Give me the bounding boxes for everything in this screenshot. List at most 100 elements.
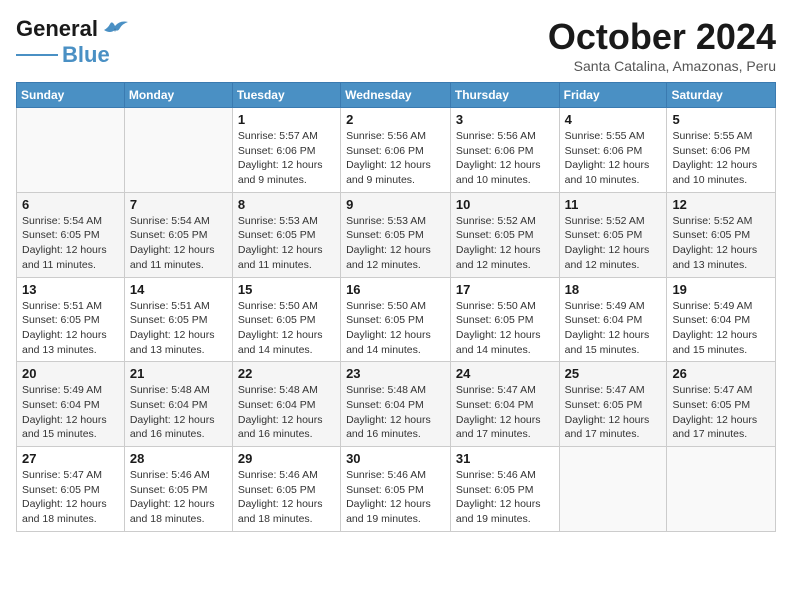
location-subtitle: Santa Catalina, Amazonas, Peru [548, 58, 776, 74]
calendar-day-2: 2 Sunrise: 5:56 AMSunset: 6:06 PMDaylight… [341, 108, 451, 193]
day-number: 18 [565, 282, 662, 297]
calendar-day-30: 30 Sunrise: 5:46 AMSunset: 6:05 PMDayligh… [341, 447, 451, 532]
logo-blue-text: Blue [62, 42, 110, 68]
weekday-header-wednesday: Wednesday [341, 83, 451, 108]
calendar-table: SundayMondayTuesdayWednesdayThursdayFrid… [16, 82, 776, 532]
day-number: 25 [565, 366, 662, 381]
day-number: 2 [346, 112, 445, 127]
day-info: Sunrise: 5:57 AMSunset: 6:06 PMDaylight:… [238, 129, 335, 188]
weekday-header-friday: Friday [559, 83, 667, 108]
calendar-day-5: 5 Sunrise: 5:55 AMSunset: 6:06 PMDaylight… [667, 108, 776, 193]
day-info: Sunrise: 5:47 AMSunset: 6:04 PMDaylight:… [456, 383, 554, 442]
day-info: Sunrise: 5:53 AMSunset: 6:05 PMDaylight:… [238, 214, 335, 273]
day-info: Sunrise: 5:46 AMSunset: 6:05 PMDaylight:… [346, 468, 445, 527]
calendar-day-1: 1 Sunrise: 5:57 AMSunset: 6:06 PMDaylight… [232, 108, 340, 193]
calendar-week-row: 6 Sunrise: 5:54 AMSunset: 6:05 PMDaylight… [17, 192, 776, 277]
calendar-day-17: 17Sunrise: 5:50 AMSunset: 6:05 PMDayligh… [450, 277, 559, 362]
day-number: 13 [22, 282, 119, 297]
calendar-empty-cell [124, 108, 232, 193]
day-number: 14 [130, 282, 227, 297]
calendar-empty-cell [17, 108, 125, 193]
day-info: Sunrise: 5:53 AMSunset: 6:05 PMDaylight:… [346, 214, 445, 273]
calendar-day-20: 20Sunrise: 5:49 AMSunset: 6:04 PMDayligh… [17, 362, 125, 447]
day-info: Sunrise: 5:50 AMSunset: 6:05 PMDaylight:… [238, 299, 335, 358]
day-info: Sunrise: 5:55 AMSunset: 6:06 PMDaylight:… [565, 129, 662, 188]
day-number: 31 [456, 451, 554, 466]
weekday-header-tuesday: Tuesday [232, 83, 340, 108]
calendar-day-28: 28Sunrise: 5:46 AMSunset: 6:05 PMDayligh… [124, 447, 232, 532]
month-title: October 2024 [548, 16, 776, 58]
calendar-empty-cell [559, 447, 667, 532]
calendar-day-6: 6Sunrise: 5:54 AMSunset: 6:05 PMDaylight… [17, 192, 125, 277]
day-info: Sunrise: 5:50 AMSunset: 6:05 PMDaylight:… [456, 299, 554, 358]
calendar-week-row: 20Sunrise: 5:49 AMSunset: 6:04 PMDayligh… [17, 362, 776, 447]
day-info: Sunrise: 5:49 AMSunset: 6:04 PMDaylight:… [672, 299, 770, 358]
day-info: Sunrise: 5:47 AMSunset: 6:05 PMDaylight:… [22, 468, 119, 527]
calendar-day-16: 16Sunrise: 5:50 AMSunset: 6:05 PMDayligh… [341, 277, 451, 362]
calendar-empty-cell [667, 447, 776, 532]
day-number: 12 [672, 197, 770, 212]
page-header: General Blue October 2024 Santa Catalina… [16, 16, 776, 74]
day-number: 7 [130, 197, 227, 212]
day-number: 24 [456, 366, 554, 381]
day-info: Sunrise: 5:54 AMSunset: 6:05 PMDaylight:… [130, 214, 227, 273]
day-number: 28 [130, 451, 227, 466]
calendar-day-4: 4 Sunrise: 5:55 AMSunset: 6:06 PMDaylight… [559, 108, 667, 193]
day-number: 16 [346, 282, 445, 297]
day-info: Sunrise: 5:52 AMSunset: 6:05 PMDaylight:… [672, 214, 770, 273]
day-number: 19 [672, 282, 770, 297]
calendar-day-23: 23 Sunrise: 5:48 AMSunset: 6:04 PMDayligh… [341, 362, 451, 447]
calendar-day-7: 7 Sunrise: 5:54 AMSunset: 6:05 PMDaylight… [124, 192, 232, 277]
day-number: 1 [238, 112, 335, 127]
day-number: 5 [672, 112, 770, 127]
calendar-day-8: 8Sunrise: 5:53 AMSunset: 6:05 PMDaylight… [232, 192, 340, 277]
day-number: 4 [565, 112, 662, 127]
day-info: Sunrise: 5:56 AMSunset: 6:06 PMDaylight:… [346, 129, 445, 188]
calendar-day-19: 19 Sunrise: 5:49 AMSunset: 6:04 PMDayligh… [667, 277, 776, 362]
logo-bird-icon [100, 18, 130, 40]
calendar-day-14: 14Sunrise: 5:51 AMSunset: 6:05 PMDayligh… [124, 277, 232, 362]
logo: General Blue [16, 16, 130, 68]
calendar-day-22: 22Sunrise: 5:48 AMSunset: 6:04 PMDayligh… [232, 362, 340, 447]
calendar-week-row: 13 Sunrise: 5:51 AMSunset: 6:05 PMDayligh… [17, 277, 776, 362]
calendar-day-12: 12 Sunrise: 5:52 AMSunset: 6:05 PMDayligh… [667, 192, 776, 277]
day-number: 3 [456, 112, 554, 127]
day-number: 11 [565, 197, 662, 212]
calendar-day-11: 11 Sunrise: 5:52 AMSunset: 6:05 PMDayligh… [559, 192, 667, 277]
calendar-day-29: 29Sunrise: 5:46 AMSunset: 6:05 PMDayligh… [232, 447, 340, 532]
day-number: 23 [346, 366, 445, 381]
day-info: Sunrise: 5:48 AMSunset: 6:04 PMDaylight:… [130, 383, 227, 442]
weekday-header-saturday: Saturday [667, 83, 776, 108]
weekday-header-sunday: Sunday [17, 83, 125, 108]
weekday-header-row: SundayMondayTuesdayWednesdayThursdayFrid… [17, 83, 776, 108]
day-number: 10 [456, 197, 554, 212]
day-info: Sunrise: 5:56 AMSunset: 6:06 PMDaylight:… [456, 129, 554, 188]
day-info: Sunrise: 5:52 AMSunset: 6:05 PMDaylight:… [565, 214, 662, 273]
day-number: 6 [22, 197, 119, 212]
day-number: 29 [238, 451, 335, 466]
day-number: 26 [672, 366, 770, 381]
day-info: Sunrise: 5:48 AMSunset: 6:04 PMDaylight:… [346, 383, 445, 442]
day-info: Sunrise: 5:51 AMSunset: 6:05 PMDaylight:… [22, 299, 119, 358]
calendar-day-26: 26 Sunrise: 5:47 AMSunset: 6:05 PMDayligh… [667, 362, 776, 447]
day-info: Sunrise: 5:47 AMSunset: 6:05 PMDaylight:… [672, 383, 770, 442]
day-number: 22 [238, 366, 335, 381]
day-number: 30 [346, 451, 445, 466]
day-number: 9 [346, 197, 445, 212]
day-number: 15 [238, 282, 335, 297]
calendar-day-9: 9 Sunrise: 5:53 AMSunset: 6:05 PMDaylight… [341, 192, 451, 277]
weekday-header-thursday: Thursday [450, 83, 559, 108]
calendar-day-10: 10 Sunrise: 5:52 AMSunset: 6:05 PMDayligh… [450, 192, 559, 277]
calendar-day-21: 21 Sunrise: 5:48 AMSunset: 6:04 PMDayligh… [124, 362, 232, 447]
title-area: October 2024 Santa Catalina, Amazonas, P… [548, 16, 776, 74]
calendar-week-row: 1 Sunrise: 5:57 AMSunset: 6:06 PMDaylight… [17, 108, 776, 193]
calendar-day-27: 27 Sunrise: 5:47 AMSunset: 6:05 PMDayligh… [17, 447, 125, 532]
day-number: 27 [22, 451, 119, 466]
day-info: Sunrise: 5:47 AMSunset: 6:05 PMDaylight:… [565, 383, 662, 442]
logo-text: General [16, 16, 98, 42]
day-info: Sunrise: 5:55 AMSunset: 6:06 PMDaylight:… [672, 129, 770, 188]
calendar-day-18: 18Sunrise: 5:49 AMSunset: 6:04 PMDayligh… [559, 277, 667, 362]
day-number: 21 [130, 366, 227, 381]
day-info: Sunrise: 5:49 AMSunset: 6:04 PMDaylight:… [22, 383, 119, 442]
day-info: Sunrise: 5:52 AMSunset: 6:05 PMDaylight:… [456, 214, 554, 273]
